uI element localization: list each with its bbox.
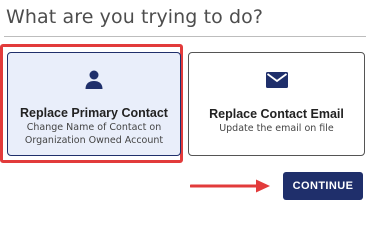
annotation-arrow-icon	[189, 178, 272, 199]
continue-button[interactable]: CONTINUE	[283, 172, 363, 200]
option-title: Replace Contact Email	[209, 107, 344, 121]
envelope-icon	[189, 72, 364, 88]
page-title: What are you trying to do?	[6, 6, 264, 28]
person-icon	[8, 70, 180, 89]
option-card-replace-contact-email[interactable]: Replace Contact Email Update the email o…	[188, 52, 365, 156]
option-card-replace-primary-contact[interactable]: Replace Primary Contact Change Name of C…	[7, 52, 181, 156]
title-divider	[4, 36, 366, 37]
option-title: Replace Primary Contact	[20, 106, 168, 120]
option-description: Change Name of Contact on Organization O…	[24, 122, 164, 146]
option-description: Update the email on file	[219, 123, 334, 134]
